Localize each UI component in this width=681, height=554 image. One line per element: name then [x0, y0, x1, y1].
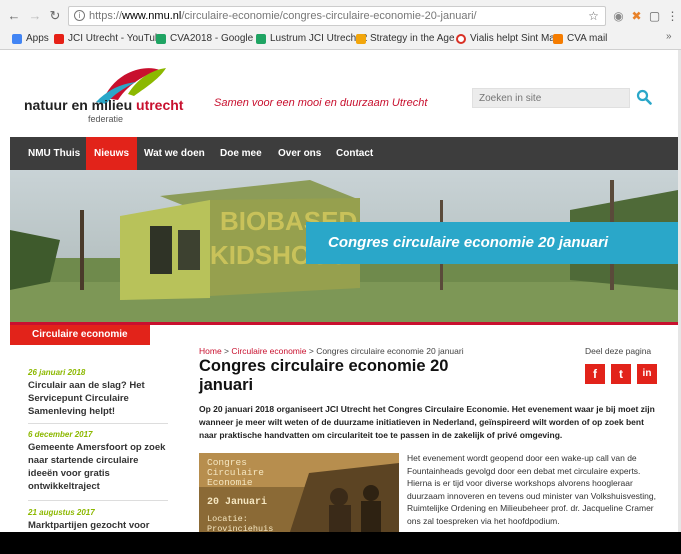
main-nav: NMU Thuis Nieuws Wat we doen Doe mee Ove… [10, 137, 678, 170]
nav-join[interactable]: Doe mee [212, 137, 270, 170]
divider [28, 500, 168, 501]
news-date: 26 januari 2018 [28, 368, 86, 377]
svg-text:20 Januari: 20 Januari [207, 496, 267, 508]
apps-icon [12, 34, 22, 44]
mail-icon [553, 34, 563, 44]
star-icon[interactable]: ☆ [587, 10, 600, 23]
address-row: ← → ↻ i https://www.nmu.nl/circulaire-ec… [0, 4, 681, 28]
url-scheme: https:// [89, 10, 123, 22]
bookmark-cva-mail[interactable]: CVA mail [553, 32, 607, 46]
back-icon[interactable]: ← [6, 8, 22, 24]
url-path: /circulaire-economie/congres-circulaire-… [181, 10, 477, 22]
logo-text: natuur en milieu utrecht [24, 97, 184, 113]
bookmark-label: Vialis helpt Sint Maa [470, 33, 561, 44]
site-info-icon[interactable]: i [74, 10, 85, 21]
breadcrumb-current: Congres circulaire economie 20 januari [316, 346, 464, 356]
news-title[interactable]: Circulair aan de slag? Het Servicepunt C… [28, 379, 168, 418]
bookmark-apps[interactable]: Apps [12, 32, 49, 46]
reload-icon[interactable]: ↻ [47, 8, 63, 24]
news-title[interactable]: Marktpartijen gezocht voor [28, 519, 168, 532]
browser-chrome: ← → ↻ i https://www.nmu.nl/circulaire-ec… [0, 0, 681, 50]
svg-text:Provinciehuis: Provinciehuis [207, 524, 273, 532]
sidebar-news-item[interactable]: 6 december 2017 Gemeente Amersfoort op z… [28, 430, 168, 493]
breadcrumb: Home > Circulaire economie > Congres cir… [199, 346, 464, 356]
menu-icon[interactable]: ⋮ [666, 10, 679, 23]
logo-subtext: federatie [88, 114, 124, 124]
bookmark-label: CVA mail [567, 33, 608, 44]
search-input[interactable] [472, 88, 630, 108]
google-drive-icon [256, 34, 266, 44]
svg-text:Economie: Economie [207, 477, 253, 488]
breadcrumb-separator: > [221, 346, 232, 356]
bookmark-label: Apps [26, 33, 49, 44]
nav-news[interactable]: Nieuws [86, 137, 138, 170]
twitter-share-icon[interactable]: t [611, 364, 631, 384]
nav-contact[interactable]: Contact [328, 137, 381, 170]
sidebar-tab[interactable]: Circulaire economie [10, 325, 150, 345]
extension-icon-2[interactable]: ✖ [630, 10, 643, 23]
page-title: Congres circulaire economie 20 januari [199, 357, 449, 394]
forward-icon[interactable]: → [27, 8, 43, 24]
search-icon[interactable] [636, 89, 652, 105]
share-label: Deel deze pagina [585, 346, 652, 356]
bookmark-label: Strategy in the Age o [370, 33, 463, 44]
linkedin-share-icon[interactable]: in [637, 364, 657, 384]
bookmark-lustrum[interactable]: Lustrum JCI Utrecht 2 [256, 32, 367, 46]
opera-icon [456, 34, 466, 44]
article: Home > Circulaire economie > Congres cir… [178, 325, 678, 532]
article-body: Het evenement wordt geopend door een wak… [407, 453, 657, 526]
news-date: 21 augustus 2017 [28, 508, 95, 517]
site-header: natuur en milieu utrecht federatie Samen… [0, 50, 681, 136]
news-date: 6 december 2017 [28, 430, 93, 439]
divider [28, 423, 168, 424]
google-drive-icon [156, 34, 166, 44]
svg-text:Locatie:: Locatie: [207, 514, 248, 524]
nav-what-we-do[interactable]: Wat we doen [136, 137, 213, 170]
book-icon [356, 34, 366, 44]
breadcrumb-category[interactable]: Circulaire economie [231, 346, 306, 356]
bookmark-label: JCI Utrecht - YouTub [68, 33, 161, 44]
url-host: www.nmu.nl [122, 10, 182, 22]
bookmark-label: CVA2018 - Google D [170, 33, 264, 44]
promo-photo: Congres Circulaire Economie 20 Januari L… [199, 453, 399, 532]
article-intro: Op 20 januari 2018 organiseert JCI Utrec… [199, 404, 655, 440]
bookmark-jci-youtube[interactable]: JCI Utrecht - YouTub [54, 32, 160, 46]
bookmark-cva2018[interactable]: CVA2018 - Google D [156, 32, 263, 46]
event-promo-image: Congres Circulaire Economie 20 Januari L… [199, 453, 399, 532]
bookmarks-bar: Apps JCI Utrecht - YouTub CVA2018 - Goog… [0, 30, 681, 48]
sidebar: Circulaire economie 26 januari 2018 Circ… [10, 325, 170, 532]
bookmark-label: Lustrum JCI Utrecht 2 [270, 33, 368, 44]
bookmark-vialis[interactable]: Vialis helpt Sint Maa [456, 32, 560, 46]
bookmark-strategy[interactable]: Strategy in the Age o [356, 32, 463, 46]
nav-home[interactable]: NMU Thuis [20, 137, 88, 170]
extension-icon-3[interactable]: ▢ [648, 10, 661, 23]
breadcrumb-home[interactable]: Home [199, 346, 222, 356]
sidebar-news-item[interactable]: 21 augustus 2017 Marktpartijen gezocht v… [28, 508, 168, 532]
tagline: Samen voor een mooi en duurzaam Utrecht [214, 97, 428, 109]
web-page: natuur en milieu utrecht federatie Samen… [0, 50, 681, 532]
address-bar[interactable]: i https://www.nmu.nl/circulaire-economie… [68, 6, 606, 26]
youtube-icon [54, 34, 64, 44]
sidebar-news-item[interactable]: 26 januari 2018 Circulair aan de slag? H… [28, 368, 168, 418]
site-logo[interactable]: natuur en milieu utrecht federatie [24, 64, 194, 124]
nav-about[interactable]: Over ons [270, 137, 329, 170]
more-bookmarks-icon[interactable]: » [666, 31, 672, 42]
extension-icon[interactable]: ◉ [612, 10, 625, 23]
hero-title-banner[interactable]: Congres circulaire economie 20 januari [306, 222, 678, 264]
news-title[interactable]: Gemeente Amersfoort op zoek naar starten… [28, 441, 168, 493]
facebook-share-icon[interactable]: f [585, 364, 605, 384]
breadcrumb-separator: > [306, 346, 317, 356]
